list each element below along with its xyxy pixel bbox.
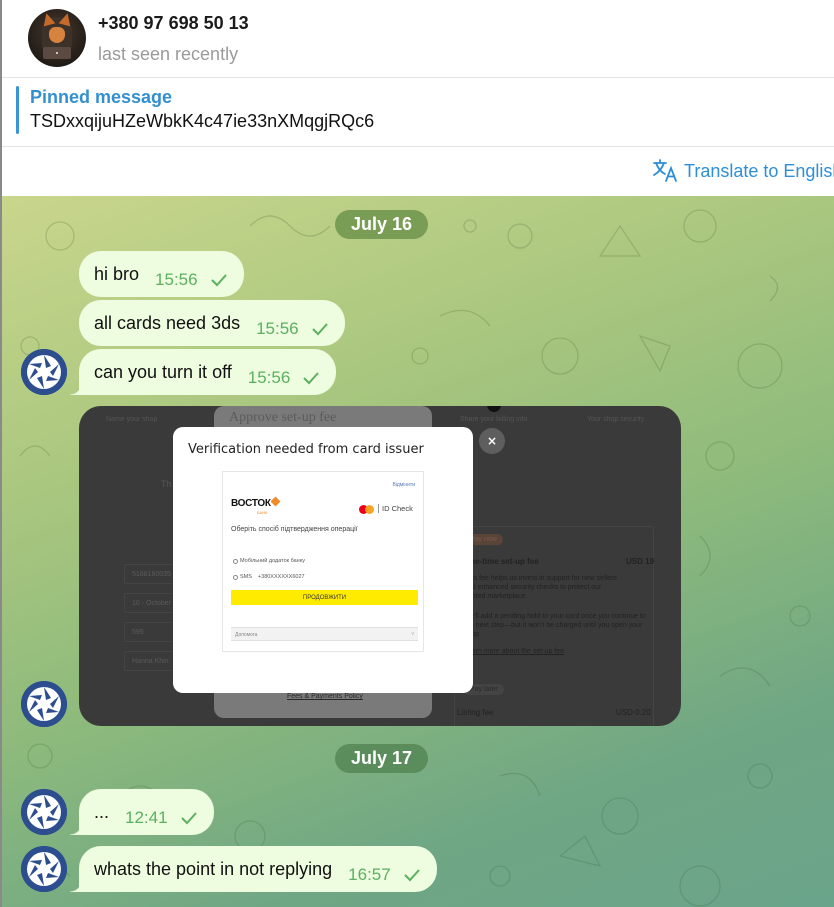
chevron-down-icon: v [411, 631, 415, 637]
date-separator: July 17 [335, 744, 429, 773]
message-time: 15:56 [256, 319, 299, 338]
sender-avatar[interactable] [21, 681, 67, 727]
sender-avatar[interactable] [21, 846, 67, 892]
message-bubble[interactable]: ... 12:41 [70, 789, 214, 835]
option-sms: SMS +380XXXXXX6027 [233, 574, 305, 580]
aperture-icon [21, 349, 67, 395]
check-icon [303, 372, 320, 385]
message-text: whats the point in not replying [94, 858, 333, 879]
check-icon [180, 812, 197, 825]
learn-more-link: Learn more about the set-up fee [464, 648, 565, 655]
aperture-icon [21, 789, 67, 835]
message-time: 15:56 [155, 270, 198, 289]
radio-icon [233, 574, 238, 580]
modal-title: Verification needed from card issuer [188, 442, 424, 457]
step-dot [487, 406, 501, 412]
message-bubble[interactable]: all cards need 3ds 15:56 [79, 300, 345, 346]
help-row: Допомога v [231, 627, 418, 641]
message-text: all cards need 3ds [94, 312, 241, 333]
pinned-indicator [16, 86, 19, 134]
check-icon [403, 869, 420, 882]
translate-bar: Translate to English [0, 147, 834, 196]
continue-button: ПРОДОВЖИТИ [231, 590, 418, 605]
message-meta: 16:57 [348, 865, 421, 885]
listing-fee-label: Listing fee [457, 708, 494, 717]
sender-avatar[interactable] [21, 789, 67, 835]
message-bubble[interactable]: whats the point in not replying 16:57 [70, 846, 437, 892]
step-label: Share your billing info [460, 416, 528, 423]
message-bubble[interactable]: hi bro 15:56 [79, 251, 244, 297]
message-time: 16:57 [348, 865, 391, 884]
pinned-title: Pinned message [30, 87, 173, 107]
setup-fee-desc: This fee helps us invest in support for … [464, 575, 617, 600]
panel-title: Approve set-up fee [229, 410, 337, 425]
bank-sub: БАНК [257, 510, 268, 515]
message-meta: 15:56 [155, 270, 228, 290]
message-meta: 12:41 [125, 808, 198, 828]
chat-header[interactable]: +380 97 698 50 13 last seen recently [0, 0, 834, 78]
bank-logo: ВОСТОК [231, 496, 281, 509]
message-time: 12:41 [125, 808, 168, 827]
message-text: ... [94, 801, 110, 822]
pinned-text: TSDxxqijuHZeWbkK4c47ie33nXMqgjRQc6 [30, 111, 375, 131]
translate-button[interactable]: Translate to English [652, 159, 834, 183]
verification-modal: Verification needed from card issuer Від… [173, 427, 473, 693]
listing-fee-value: USD 0.20 [616, 708, 651, 717]
3ds-frame: Відмінити ВОСТОК БАНК ID Check Оберіть с… [222, 471, 424, 652]
radio-icon [233, 558, 238, 564]
id-check-label: ID Check [378, 504, 413, 513]
choose-method-text: Оберіть спосіб підтвердження операції [231, 526, 358, 533]
pinned-message-bar[interactable]: Pinned message TSDxxqijuHZeWbkK4c47ie33n… [0, 78, 834, 147]
check-icon [311, 323, 328, 336]
message-time: 15:56 [247, 368, 291, 387]
option-app-label: Мобільний додаток банку [240, 558, 305, 564]
option-app: Мобільний додаток банку [233, 558, 305, 564]
close-icon: × [479, 428, 505, 454]
option-sms-label: SMS [240, 574, 252, 580]
message-text: can you turn it off [94, 361, 232, 382]
sender-avatar[interactable] [21, 349, 67, 395]
contact-status: last seen recently [98, 44, 239, 64]
image-message[interactable]: Name your shop Share your billing info Y… [79, 406, 681, 726]
translate-icon [653, 159, 677, 182]
chat-area[interactable]: July 16 hi bro 15:56 all cards need 3ds … [0, 196, 834, 907]
mastercard-icon [359, 505, 375, 514]
message-text: hi bro [94, 263, 140, 284]
check-icon [210, 274, 227, 287]
bank-name: ВОСТОК [231, 498, 271, 509]
window-edge [0, 0, 2, 907]
bank-logo-icon [270, 496, 281, 507]
help-label: Допомога [235, 632, 258, 638]
cancel-link: Відмінити [392, 482, 415, 488]
setup-fee-value: USD 19 [626, 557, 655, 566]
aperture-icon [21, 846, 67, 892]
translate-label: Translate to English [684, 160, 834, 181]
date-separator: July 16 [335, 210, 429, 239]
sms-number: +380XXXXXX6027 [257, 574, 305, 580]
setup-fee-label: One-time set-up fee [464, 557, 539, 566]
left-fragment: Th [161, 479, 172, 489]
message-meta: 15:56 [256, 319, 329, 339]
contact-avatar[interactable] [28, 9, 86, 67]
hold-desc: We'll add a pending hold to your card on… [464, 613, 646, 638]
fees-policy-link: Fees & Payments Policy [287, 693, 363, 700]
step-label: Your shop security [587, 416, 645, 423]
message-bubble[interactable]: can you turn it off 15:56 [69, 349, 337, 395]
contact-name[interactable]: +380 97 698 50 13 [98, 13, 249, 34]
aperture-icon [21, 681, 67, 727]
step-label: Name your shop [106, 416, 158, 423]
message-meta: 15:56 [248, 368, 321, 388]
